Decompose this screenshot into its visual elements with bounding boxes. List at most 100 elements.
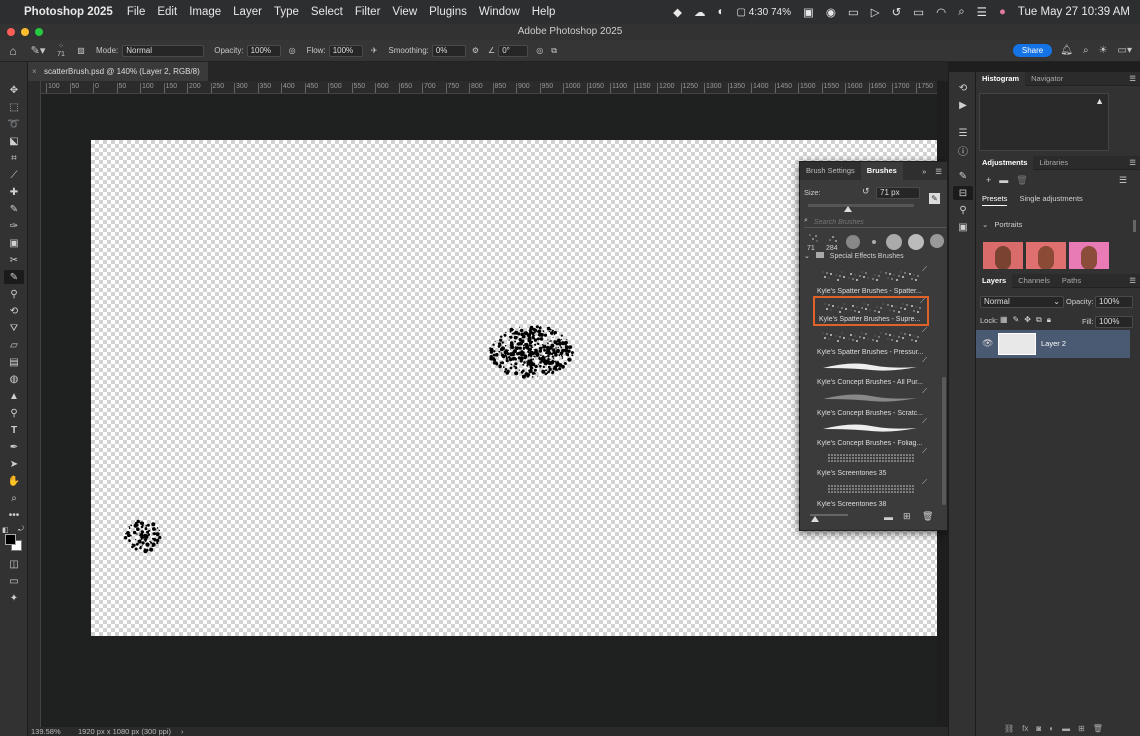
foreground-color-swatch[interactable] (5, 534, 16, 545)
lock-transparent-icon[interactable]: ▦ (1000, 315, 1008, 325)
brush-preset-item[interactable]: Kyle's Spatter Brushes - Pressur... ⟋ (813, 327, 929, 357)
symmetry-icon[interactable]: ⧉ (551, 46, 557, 56)
adjustments-menu-icon[interactable]: ☰ (1129, 158, 1140, 167)
crop-tool-icon[interactable]: ⌗ (4, 151, 24, 165)
link-layers-icon[interactable]: ⛓︎ (1004, 724, 1014, 733)
fill-input[interactable]: 100% (1095, 316, 1133, 328)
new-brush-bottom-icon[interactable]: ⊞ (903, 511, 911, 522)
blur-tool-icon[interactable]: ◍ (4, 372, 24, 386)
blend-mode-select[interactable]: Normal ⌄ (980, 296, 1064, 308)
tab-histogram[interactable]: Histogram (976, 71, 1026, 86)
brush-size-preview[interactable]: ⁘ 71 (50, 43, 72, 59)
tab-brush-settings[interactable]: Brush Settings (800, 162, 861, 180)
paint-bucket-tool-icon[interactable]: ⛛ (4, 321, 24, 335)
actions-panel-icon[interactable]: ▶ (953, 98, 973, 112)
brush-edit-icon[interactable]: ⟋ (920, 298, 925, 306)
object-selection-tool-icon[interactable]: ⬕ (4, 134, 24, 148)
size-slider[interactable] (808, 204, 914, 212)
brush-preset-icon[interactable]: ✎▾ (26, 44, 50, 57)
record-icon[interactable]: ▣ (797, 5, 820, 19)
opacity-input[interactable]: 100% (246, 44, 281, 57)
menu-plugins[interactable]: Plugins (423, 6, 473, 18)
maximize-window-button[interactable] (35, 28, 43, 36)
dodge-tool-icon[interactable]: ⚲ (4, 406, 24, 420)
history-panel-icon[interactable]: ⟲ (953, 81, 973, 95)
chevron-down-icon[interactable]: ⌄ (804, 253, 810, 260)
tab-libraries[interactable]: Libraries (1033, 156, 1074, 170)
tool-presets-panel-icon[interactable]: ▣ (953, 220, 973, 234)
minimize-window-button[interactable] (21, 28, 29, 36)
timer-status[interactable]: ▢ 4:30 74% (730, 7, 797, 18)
mixer-brush-tool-icon[interactable]: ✑ (4, 219, 24, 233)
brush-settings-toggle-icon[interactable]: ▨ (72, 46, 90, 55)
size-slider-thumb[interactable] (844, 206, 853, 212)
layers-menu-icon[interactable]: ☰ (1129, 276, 1140, 285)
generative-icon[interactable]: ✦ (4, 591, 24, 605)
zoom-tool-icon[interactable]: ⌕ (4, 491, 24, 505)
new-group-layer-icon[interactable]: ▬ (1062, 724, 1070, 733)
portrait-preset-thumb[interactable] (1069, 242, 1109, 269)
stamp-tool-icon[interactable]: ▣ (4, 236, 24, 250)
color-swatches[interactable]: ◧ ⤾ (0, 526, 28, 554)
more-tools-icon[interactable]: ••• (4, 508, 24, 522)
scissors-tool-icon[interactable]: ✂ (4, 253, 24, 267)
control-center-icon[interactable]: ☰ (971, 5, 993, 19)
close-tab-icon[interactable]: × (32, 62, 37, 81)
notifications-icon[interactable]: 🔔︎ (1060, 45, 1073, 56)
size-input[interactable]: 71 px (876, 187, 920, 199)
workspace-icon[interactable]: ▭▾ (1118, 45, 1132, 56)
tab-adjustments[interactable]: Adjustments (976, 155, 1034, 170)
path-selection-tool-icon[interactable]: ➤ (4, 457, 24, 471)
smoothing-settings-icon[interactable]: ⚙ (472, 46, 479, 55)
brush-preset-item[interactable]: Kyle's Spatter Brushes - Supre... ⟋ (813, 296, 929, 326)
marquee-tool-icon[interactable]: ⬚ (4, 100, 24, 114)
eyedropper-tool-icon[interactable]: ⟋ (4, 168, 24, 182)
search-brushes-input[interactable] (814, 217, 944, 227)
history-brush-tool-icon[interactable]: ⟲ (4, 304, 24, 318)
brush-preset-item[interactable]: Kyle's Concept Brushes - Foliag... ⟋ (813, 418, 929, 448)
pressure-opacity-icon[interactable]: ◎ (289, 46, 296, 55)
gradient-tool-icon[interactable]: ▤ (4, 355, 24, 369)
home-icon[interactable]: ⌂ (0, 44, 26, 58)
default-colors-icon[interactable]: ◧ (2, 526, 9, 534)
layer-name[interactable]: Layer 2 (1041, 339, 1066, 348)
lock-artboard-icon[interactable]: ⧉ (1036, 315, 1042, 325)
layer-fx-icon[interactable]: fx (1022, 724, 1028, 733)
tab-brushes[interactable]: Brushes (860, 162, 903, 180)
dropbox-icon[interactable]: ◆ (667, 5, 688, 19)
preview-size-thumb[interactable] (811, 516, 819, 522)
wifi-icon[interactable]: ◠ (930, 5, 952, 19)
hand-tool-icon[interactable]: ✋ (4, 474, 24, 488)
tab-paths[interactable]: Paths (1056, 274, 1087, 288)
pressure-size-icon[interactable]: ◎ (536, 46, 543, 55)
adjustment-layer-icon[interactable]: ◐ (1049, 724, 1054, 733)
delete-layer-icon[interactable]: 🗑︎ (1093, 724, 1103, 733)
brush-edit-icon[interactable]: ⟋ (922, 388, 927, 396)
tab-presets[interactable]: Presets (982, 194, 1008, 206)
cloud-icon[interactable]: ◐ (712, 6, 731, 18)
share-button[interactable]: Share (1012, 44, 1053, 57)
brush-tool-icon[interactable]: ✎ (4, 270, 24, 284)
close-window-button[interactable] (7, 28, 15, 36)
adjustments-scrollbar[interactable] (1133, 220, 1136, 232)
properties-panel-icon[interactable]: ☰ (953, 126, 973, 140)
menu-window[interactable]: Window (473, 6, 526, 18)
clock-text[interactable]: Tue May 27 10:39 AM (1012, 6, 1140, 18)
lock-all-icon[interactable]: 🔒︎ (1047, 315, 1051, 325)
search-icon[interactable]: ⌕ (952, 6, 970, 19)
folder-adjustment-icon[interactable]: ▬ (999, 175, 1008, 186)
menu-image[interactable]: Image (183, 6, 227, 18)
brush-preset-item[interactable]: Kyle's Screentones 38 ⟋ (813, 479, 929, 509)
angle-input[interactable]: 0° (498, 44, 529, 57)
sharpen-tool-icon[interactable]: ▲ (4, 389, 24, 403)
warning-icon[interactable]: ▲ (1095, 96, 1104, 106)
brush-edit-icon[interactable]: ⟋ (922, 448, 927, 456)
brush-group-header[interactable]: ⌄ Special Effects Brushes (804, 252, 904, 260)
history-icon[interactable]: ↺ (886, 5, 908, 19)
search-app-icon[interactable]: ⌕ (1083, 45, 1089, 56)
vertical-ruler[interactable] (28, 81, 41, 727)
menu-layer[interactable]: Layer (227, 6, 268, 18)
swap-colors-icon[interactable]: ⤾ (18, 526, 24, 534)
discover-icon[interactable]: ☀ (1099, 45, 1108, 56)
lock-position-icon[interactable]: ✥ (1024, 315, 1031, 325)
